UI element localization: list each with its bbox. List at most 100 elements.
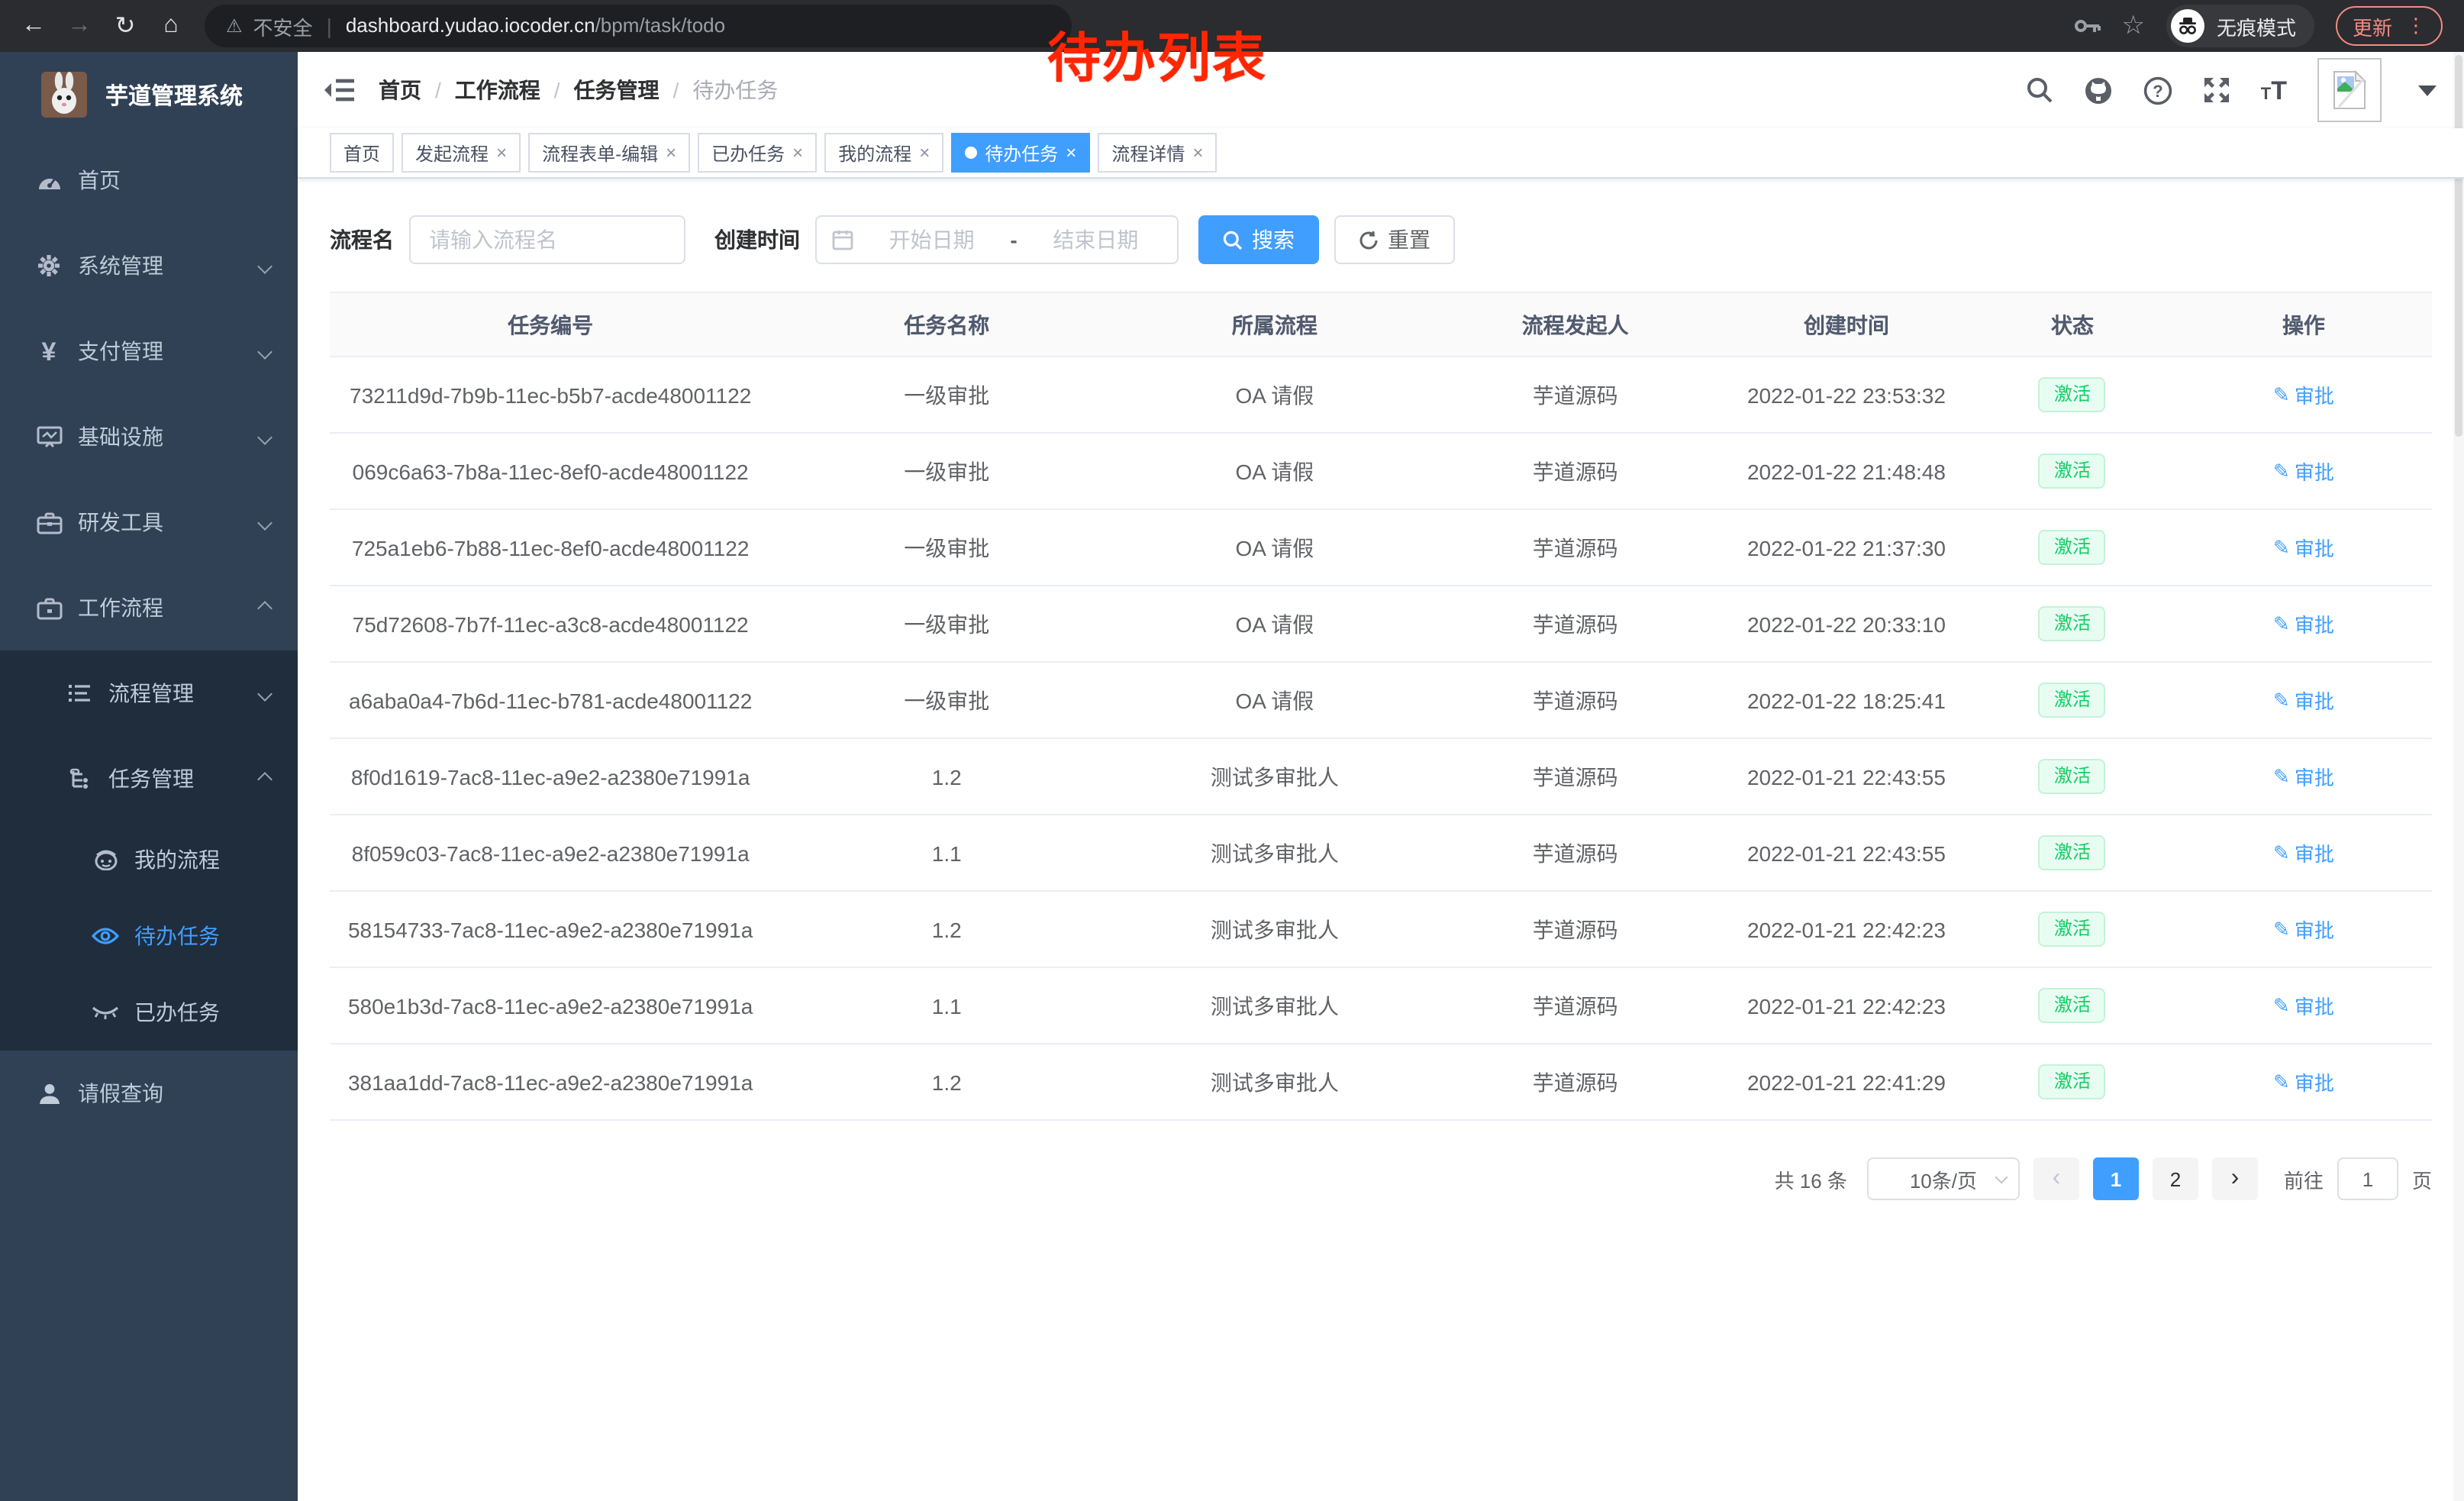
- approve-link[interactable]: ✎ 审批: [2273, 915, 2334, 944]
- page-button-2[interactable]: 2: [2153, 1157, 2198, 1200]
- date-range-picker[interactable]: 开始日期 - 结束日期: [815, 215, 1179, 264]
- breadcrumb-home[interactable]: 首页: [379, 75, 421, 105]
- sidebar-collapse-icon[interactable]: [322, 73, 356, 107]
- edit-icon: ✎: [2273, 459, 2290, 483]
- col-action: 操作: [2175, 292, 2432, 357]
- task-name-cell: 一级审批: [771, 357, 1122, 433]
- close-icon[interactable]: ×: [666, 142, 676, 163]
- edit-icon: ✎: [2273, 383, 2290, 407]
- sidebar-item-label: 待办任务: [134, 921, 220, 951]
- page-size-select[interactable]: 10条/页: [1867, 1157, 2020, 1200]
- address-bar[interactable]: ⚠ 不安全 | dashboard.yudao.iocoder.cn/bpm/t…: [205, 5, 1072, 47]
- approve-link[interactable]: ✎ 审批: [2273, 609, 2334, 638]
- sidebar-item-todo-tasks[interactable]: 待办任务: [0, 898, 298, 974]
- col-process: 所属流程: [1122, 292, 1427, 357]
- update-button[interactable]: 更新 ⋮: [2336, 6, 2443, 46]
- task-name-cell: 1.2: [771, 1044, 1122, 1120]
- close-icon[interactable]: ×: [1192, 142, 1203, 163]
- reload-icon[interactable]: ↻: [107, 8, 144, 44]
- process-cell: 测试多审批人: [1122, 738, 1427, 815]
- chevron-down-icon: [257, 258, 273, 273]
- col-initiator: 流程发起人: [1427, 292, 1724, 357]
- close-icon[interactable]: ×: [496, 142, 507, 163]
- status-cell: 激活: [1969, 357, 2175, 433]
- sidebar-item-leave-query[interactable]: 请假查询: [0, 1051, 298, 1136]
- page-button-1[interactable]: 1: [2093, 1157, 2139, 1200]
- list-icon: [61, 683, 98, 704]
- tab-start-process[interactable]: 发起流程×: [402, 133, 521, 173]
- breadcrumb: 首页 / 工作流程 / 任务管理 / 待办任务: [379, 75, 778, 105]
- initiator-cell: 芋道源码: [1427, 891, 1724, 967]
- tab-home[interactable]: 首页: [330, 133, 394, 173]
- search-icon[interactable]: [2026, 76, 2053, 104]
- approve-link[interactable]: ✎ 审批: [2273, 380, 2334, 409]
- vertical-scrollbar[interactable]: [2453, 52, 2464, 1501]
- tab-done-tasks[interactable]: 已办任务×: [698, 133, 817, 173]
- page-content: 流程名 创建时间 开始日期 - 结束日期 搜索 重: [298, 179, 2464, 1501]
- sidebar-item-label: 研发工具: [78, 507, 163, 537]
- breadcrumb-task-mgmt[interactable]: 任务管理: [574, 75, 660, 105]
- goto-page-input[interactable]: [2337, 1157, 2398, 1200]
- edit-icon: ✎: [2273, 841, 2290, 865]
- close-icon[interactable]: ×: [792, 142, 803, 163]
- forward-icon[interactable]: →: [61, 8, 98, 44]
- avatar[interactable]: [2317, 58, 2382, 122]
- chevron-up-icon: [257, 771, 273, 786]
- help-icon[interactable]: ?: [2143, 76, 2172, 105]
- col-created: 创建时间: [1724, 292, 1969, 357]
- sidebar-item-devtools[interactable]: 研发工具: [0, 479, 298, 565]
- sidebar-item-task-mgmt[interactable]: 任务管理: [0, 736, 298, 822]
- close-icon[interactable]: ×: [919, 142, 930, 163]
- sidebar-item-system[interactable]: 系统管理: [0, 223, 298, 308]
- sidebar-item-my-process[interactable]: 我的流程: [0, 822, 298, 898]
- sidebar-item-payment[interactable]: ¥ 支付管理: [0, 308, 298, 394]
- approve-link[interactable]: ✎ 审批: [2273, 686, 2334, 715]
- search-button[interactable]: 搜索: [1198, 215, 1319, 264]
- font-size-icon[interactable]: TT: [2261, 77, 2287, 103]
- task-table: 任务编号 任务名称 所属流程 流程发起人 创建时间 状态 操作 73211d9d…: [330, 292, 2432, 1121]
- tab-my-process[interactable]: 我的流程×: [824, 133, 943, 173]
- scrollbar-thumb[interactable]: [2455, 55, 2462, 437]
- calendar-icon: [832, 229, 853, 250]
- fullscreen-icon[interactable]: [2203, 76, 2230, 104]
- approve-link[interactable]: ✎ 审批: [2273, 533, 2334, 562]
- sidebar-item-label: 流程管理: [108, 678, 194, 709]
- next-page-button[interactable]: ›: [2212, 1157, 2258, 1200]
- created-cell: 2022-01-21 22:43:55: [1724, 815, 1969, 891]
- sidebar-item-infra[interactable]: 基础设施: [0, 394, 298, 479]
- task-id-cell: 381aa1dd-7ac8-11ec-a9e2-a2380e71991a: [330, 1044, 771, 1120]
- bookmark-star-icon[interactable]: ☆: [2121, 11, 2145, 41]
- process-name-input[interactable]: [409, 215, 685, 264]
- reset-button[interactable]: 重置: [1334, 215, 1455, 264]
- sidebar-item-label: 我的流程: [134, 844, 220, 875]
- process-cell: OA 请假: [1122, 662, 1427, 738]
- back-icon[interactable]: ←: [15, 8, 52, 44]
- sidebar-item-workflow[interactable]: 工作流程: [0, 565, 298, 650]
- table-row: 381aa1dd-7ac8-11ec-a9e2-a2380e71991a1.2测…: [330, 1044, 2432, 1120]
- tab-process-detail[interactable]: 流程详情×: [1098, 133, 1217, 173]
- approve-link[interactable]: ✎ 审批: [2273, 991, 2334, 1020]
- task-name-cell: 1.2: [771, 738, 1122, 815]
- tab-form-edit[interactable]: 流程表单-编辑×: [528, 133, 690, 173]
- tab-todo-tasks[interactable]: 待办任务×: [951, 133, 1090, 173]
- approve-link[interactable]: ✎ 审批: [2273, 457, 2334, 486]
- sidebar-item-label: 任务管理: [108, 763, 194, 794]
- chevron-down-icon: [1995, 1170, 2008, 1183]
- task-name-cell: 一级审批: [771, 509, 1122, 586]
- approve-link[interactable]: ✎ 审批: [2273, 762, 2334, 791]
- status-badge: 激活: [2039, 377, 2106, 412]
- sidebar-item-process-mgmt[interactable]: 流程管理: [0, 650, 298, 736]
- prev-page-button[interactable]: ‹: [2033, 1157, 2079, 1200]
- sidebar-item-done-tasks[interactable]: 已办任务: [0, 974, 298, 1051]
- approve-link[interactable]: ✎ 审批: [2273, 1067, 2334, 1096]
- approve-link[interactable]: ✎ 审批: [2273, 838, 2334, 867]
- logo[interactable]: 芋道管理系统: [0, 52, 298, 137]
- home-icon[interactable]: ⌂: [153, 8, 189, 44]
- close-icon[interactable]: ×: [1066, 142, 1076, 163]
- caret-down-icon[interactable]: [2418, 85, 2437, 95]
- browser-menu-icon[interactable]: ⋮: [2406, 14, 2426, 38]
- password-key-icon[interactable]: [2074, 18, 2100, 34]
- breadcrumb-workflow[interactable]: 工作流程: [455, 75, 540, 105]
- sidebar-item-home[interactable]: 首页: [0, 137, 298, 223]
- github-icon[interactable]: [2084, 76, 2113, 105]
